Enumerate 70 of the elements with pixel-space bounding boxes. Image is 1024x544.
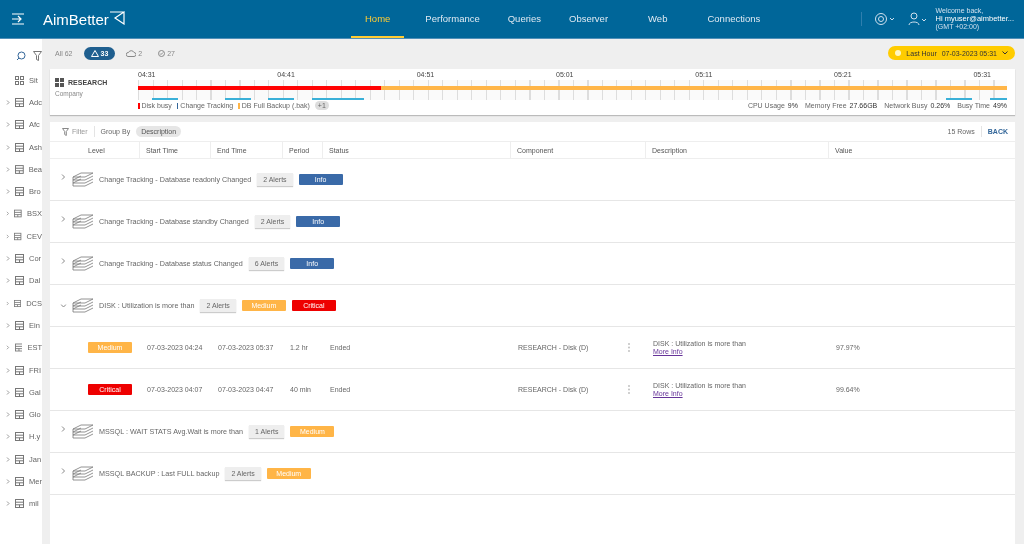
server-icon bbox=[15, 410, 24, 420]
chevron-right-icon[interactable] bbox=[6, 322, 10, 328]
server-icon bbox=[15, 387, 24, 397]
brand-logo: AimBetter bbox=[43, 10, 109, 28]
user-icon[interactable] bbox=[907, 12, 928, 26]
chevron-right-icon[interactable] bbox=[6, 479, 10, 484]
server-icon bbox=[15, 187, 24, 197]
menu-icon[interactable] bbox=[11, 13, 25, 25]
filter-icon[interactable] bbox=[33, 51, 42, 61]
chevron-right-icon[interactable] bbox=[6, 122, 10, 128]
chevron-right-icon[interactable] bbox=[6, 189, 10, 195]
server-icon bbox=[15, 477, 24, 486]
chevron-right-icon[interactable] bbox=[6, 367, 10, 373]
chevron-right-icon[interactable] bbox=[6, 144, 10, 150]
layers-icon bbox=[72, 256, 94, 271]
layers-icon bbox=[72, 214, 94, 229]
chevron-right-icon[interactable] bbox=[6, 412, 10, 418]
chevron-icon[interactable] bbox=[61, 216, 66, 222]
server-icon bbox=[15, 120, 24, 130]
check-icon bbox=[158, 49, 166, 57]
chevron-right-icon[interactable] bbox=[6, 278, 10, 284]
chevron-right-icon[interactable] bbox=[6, 211, 10, 217]
chevron-icon[interactable] bbox=[61, 468, 66, 474]
chevron-icon[interactable] bbox=[61, 174, 66, 180]
logo-icon bbox=[108, 10, 125, 25]
server-icon bbox=[15, 254, 24, 263]
chevron-right-icon[interactable] bbox=[6, 345, 10, 351]
server-icon bbox=[14, 209, 22, 219]
caret-icon bbox=[1002, 51, 1008, 55]
cloud-icon bbox=[126, 49, 137, 57]
server-icon bbox=[15, 142, 24, 152]
layers-icon bbox=[72, 298, 94, 313]
nav-tab[interactable]: Home bbox=[351, 0, 405, 38]
server-icon bbox=[15, 365, 24, 375]
server-icon bbox=[15, 454, 24, 464]
chevron-right-icon[interactable] bbox=[6, 233, 10, 239]
filter-icon bbox=[62, 127, 69, 136]
server-icon bbox=[14, 343, 23, 353]
server-icon bbox=[14, 231, 22, 241]
server-icon bbox=[15, 432, 24, 442]
server-icon bbox=[14, 298, 22, 308]
windows-icon bbox=[55, 78, 64, 87]
chevron-icon[interactable] bbox=[61, 258, 66, 264]
server-icon bbox=[15, 97, 24, 107]
layers-icon bbox=[72, 172, 94, 187]
layers-icon bbox=[72, 466, 94, 481]
chevron-icon[interactable] bbox=[60, 303, 67, 308]
chevron-right-icon[interactable] bbox=[6, 389, 10, 395]
chevron-icon[interactable] bbox=[61, 426, 66, 432]
layers-icon bbox=[72, 424, 94, 439]
settings-icon[interactable] bbox=[860, 12, 896, 26]
grid-icon bbox=[15, 75, 24, 85]
chevron-right-icon[interactable] bbox=[6, 501, 10, 507]
nav-tab[interactable]: Observer bbox=[562, 0, 616, 38]
nav-tab[interactable]: Queries bbox=[500, 0, 548, 38]
nav-tab[interactable]: Performance bbox=[418, 0, 487, 38]
chevron-right-icon[interactable] bbox=[6, 456, 10, 462]
nav-tab[interactable]: Web bbox=[641, 0, 675, 38]
chevron-right-icon[interactable] bbox=[6, 256, 10, 261]
nav-tab[interactable]: Connections bbox=[700, 0, 768, 38]
warning-icon bbox=[90, 49, 99, 57]
chevron-right-icon[interactable] bbox=[6, 434, 10, 440]
server-icon bbox=[15, 320, 24, 330]
server-icon bbox=[14, 164, 24, 174]
chevron-right-icon[interactable] bbox=[6, 166, 10, 172]
search-icon[interactable] bbox=[16, 51, 26, 61]
server-icon bbox=[15, 499, 24, 509]
chevron-right-icon[interactable] bbox=[6, 300, 10, 306]
server-icon bbox=[15, 276, 24, 286]
chevron-right-icon[interactable] bbox=[6, 99, 10, 105]
